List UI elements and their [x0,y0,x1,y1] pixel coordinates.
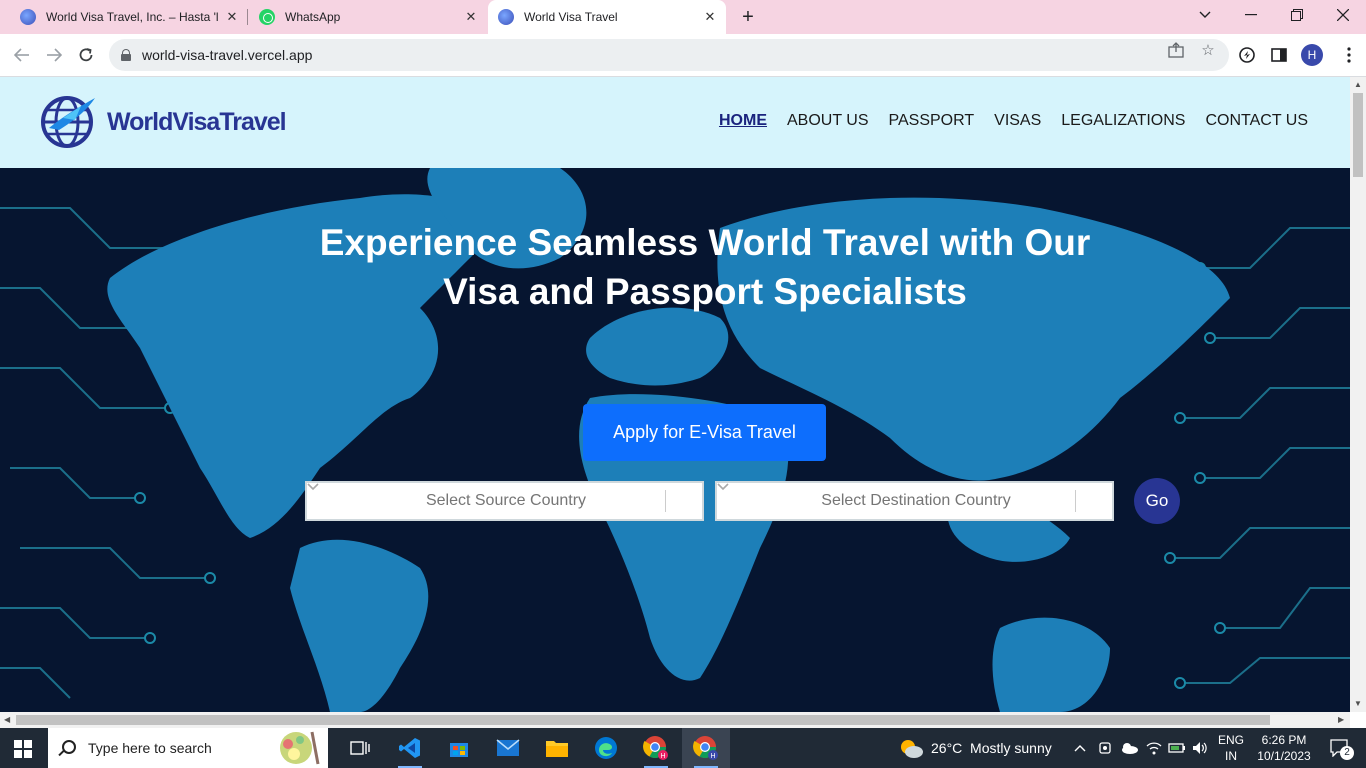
task-view-icon[interactable] [336,728,384,768]
wifi-icon[interactable] [1143,728,1165,768]
hero-headline: Experience Seamless World Travel with Ou… [0,218,1350,316]
destination-country-select[interactable]: Select Destination Country [715,481,1114,521]
clock-date: 10/1/2023 [1257,749,1311,763]
globe-icon [20,9,36,25]
close-icon[interactable]: ✕ [224,9,240,25]
scroll-down-icon[interactable]: ▼ [1354,699,1362,708]
scroll-left-icon[interactable]: ◀ [4,715,10,724]
show-hidden-icons-chevron-icon[interactable] [1068,728,1092,768]
hero-headline-line1: Experience Seamless World Travel with Ou… [319,222,1091,263]
close-window-icon[interactable] [1320,0,1366,30]
tab-title: WhatsApp [285,10,341,24]
destination-country-placeholder: Select Destination Country [821,492,1011,509]
side-panel-icon[interactable] [1270,46,1288,64]
browser-tab-world-visa-inc[interactable]: World Visa Travel, Inc. – Hasta 'la ✕ [10,0,246,34]
windows-taskbar: Type here to search H H 26°C Mostly sunn… [0,728,1366,768]
weather-widget[interactable]: 26°C Mostly sunny [898,728,1052,768]
bookmark-star-icon[interactable]: ☆ [1199,41,1217,59]
main-nav: HOME ABOUT US PASSPORT VISAS LEGALIZATIO… [719,112,1308,130]
windows-start-icon[interactable] [14,740,32,758]
webpage: WorldVisaTravel HOME ABOUT US PASSPORT V… [0,77,1350,712]
region-code: IN [1225,749,1237,763]
notification-center-icon[interactable]: 2 [1320,728,1360,768]
file-explorer-icon[interactable] [533,728,581,768]
onedrive-cloud-icon[interactable] [1118,728,1140,768]
address-bar[interactable]: world-visa-travel.vercel.app [109,39,1229,71]
tab-title: World Visa Travel [524,10,618,24]
apply-evisa-button[interactable]: Apply for E-Visa Travel [583,404,826,461]
forward-arrow-icon[interactable] [41,42,67,68]
language-indicator[interactable]: ENG IN [1214,732,1248,764]
svg-text:H: H [710,753,715,760]
browser-tab-world-visa-travel[interactable]: World Visa Travel ✕ [488,0,726,34]
vscode-icon[interactable] [386,728,434,768]
chrome-profile-icon[interactable]: H [682,728,730,768]
scroll-up-icon[interactable]: ▲ [1354,80,1362,89]
vertical-scroll-thumb[interactable] [1353,93,1363,177]
chevron-down-icon[interactable] [307,483,702,519]
minimize-icon[interactable] [1228,0,1274,30]
partly-sunny-icon [901,740,923,758]
nav-visas[interactable]: VISAS [994,112,1041,130]
site-header: WorldVisaTravel HOME ABOUT US PASSPORT V… [0,77,1350,168]
hero-headline-line2: Visa and Passport Specialists [443,271,967,312]
nav-home[interactable]: HOME [719,112,767,130]
profile-avatar[interactable]: H [1301,44,1323,66]
nav-about-us[interactable]: ABOUT US [787,112,869,130]
site-logo[interactable]: WorldVisaTravel [41,96,287,148]
close-icon[interactable]: ✕ [702,9,718,25]
close-icon[interactable]: ✕ [463,9,479,25]
meet-now-icon[interactable] [1094,728,1116,768]
globe-icon [498,9,514,25]
notification-count-badge: 2 [1340,746,1354,760]
tab-search-chevron-icon[interactable] [1182,0,1228,30]
new-tab-icon[interactable]: + [737,6,759,28]
url-text: world-visa-travel.vercel.app [142,47,313,63]
horizontal-scroll-thumb[interactable] [16,715,1270,725]
volume-icon[interactable] [1189,728,1211,768]
share-icon[interactable] [1167,41,1185,59]
browser-tab-strip: World Visa Travel, Inc. – Hasta 'la ✕ Wh… [0,0,1366,34]
tab-title: World Visa Travel, Inc. – Hasta 'la [46,10,218,24]
source-country-placeholder: Select Source Country [425,492,587,509]
globe-plane-icon [41,96,95,148]
chrome-icon[interactable]: H [632,728,680,768]
weather-text: 26°C Mostly sunny [931,740,1052,756]
back-arrow-icon[interactable] [9,42,35,68]
taskbar-search-placeholder: Type here to search [88,740,212,756]
reload-icon[interactable] [73,42,99,68]
clock[interactable]: 6:26 PM 10/1/2023 [1252,732,1316,764]
language-code: ENG [1217,733,1244,747]
svg-text:H: H [660,753,665,760]
horizontal-scrollbar[interactable]: ◀ ▶ [0,712,1350,728]
nav-contact-us[interactable]: CONTACT US [1205,112,1308,130]
mail-icon[interactable] [484,728,532,768]
chevron-down-icon[interactable] [717,483,1112,519]
browser-toolbar: world-visa-travel.vercel.app ☆ H [0,34,1366,77]
search-highlight-icon [280,731,320,765]
battery-icon[interactable] [1166,728,1188,768]
vertical-scrollbar[interactable]: ▲ ▼ [1350,77,1366,712]
nav-legalizations[interactable]: LEGALIZATIONS [1061,112,1185,130]
browser-menu-icon[interactable] [1340,46,1358,64]
tab-separator [247,9,248,25]
microsoft-store-icon[interactable] [435,728,483,768]
source-country-select[interactable]: Select Source Country [305,481,704,521]
restore-icon[interactable] [1274,0,1320,30]
browser-tab-whatsapp[interactable]: WhatsApp ✕ [249,0,485,34]
go-button[interactable]: Go [1134,478,1180,524]
scroll-right-icon[interactable]: ▶ [1338,715,1344,724]
lock-icon [121,49,131,61]
edge-icon[interactable] [582,728,630,768]
hero-section: Experience Seamless World Travel with Ou… [0,168,1350,712]
whatsapp-icon [259,9,275,25]
nav-passport[interactable]: PASSPORT [888,112,974,130]
extensions-icon[interactable] [1238,46,1256,64]
search-icon [62,740,76,754]
logo-text: WorldVisaTravel [107,107,287,136]
clock-time: 6:26 PM [1261,733,1307,747]
taskbar-search-box[interactable]: Type here to search [48,728,328,768]
